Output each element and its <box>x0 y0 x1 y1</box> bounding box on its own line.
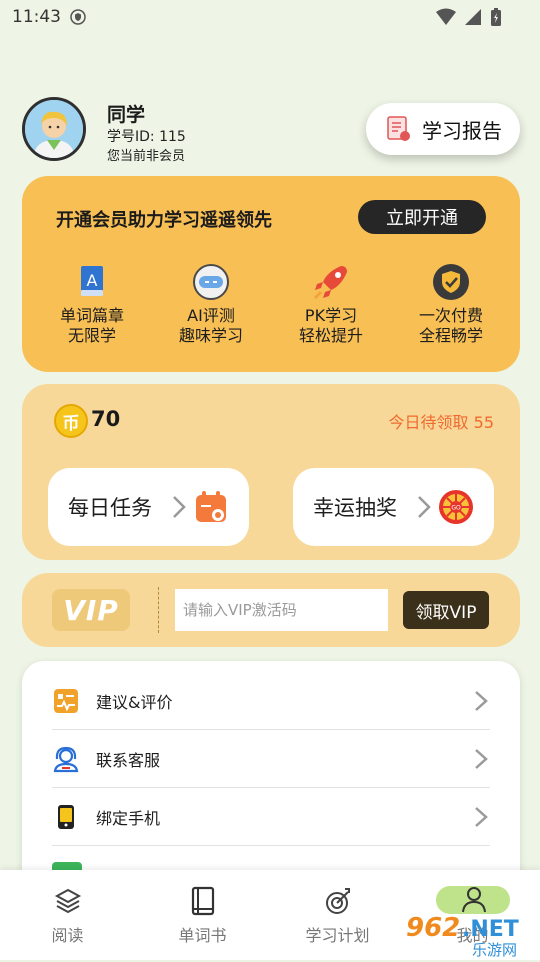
study-report-label: 学习报告 <box>422 118 502 143</box>
menu-label: 绑定手机 <box>96 808 161 828</box>
benefit-item: 一次付费 全程畅学 <box>391 262 511 346</box>
member-status-text: 您当前非会员 <box>107 149 186 164</box>
user-name: 同学 <box>107 104 146 126</box>
nav-label: 单词书 <box>178 926 227 945</box>
vip-code-input[interactable] <box>175 589 388 631</box>
status-bar: 11:43 <box>0 0 540 34</box>
benefit-line2: 趣味学习 <box>178 326 243 345</box>
nav-label: 学习计划 <box>305 926 370 945</box>
chevron-right-icon <box>475 748 488 769</box>
robot-icon <box>193 264 229 300</box>
wifi-icon <box>436 8 456 25</box>
chevron-right-icon <box>173 496 186 518</box>
avatar[interactable] <box>22 97 86 161</box>
nav-tab-reading[interactable]: 阅读 <box>0 870 135 960</box>
benefit-line2: 全程畅学 <box>418 326 483 345</box>
membership-card: 开通会员助力学习遥遥领先 立即开通 A 单词篇章 无限学 AI评测 趣味学习 P… <box>22 176 520 372</box>
benefit-line1: PK学习 <box>304 306 358 325</box>
nav-label: 阅读 <box>51 926 84 945</box>
shield-check-icon <box>433 264 469 300</box>
signal-icon <box>465 9 481 25</box>
menu-item-customer-service[interactable]: 联系客服 <box>52 730 490 788</box>
report-icon <box>387 116 410 141</box>
membership-title: 开通会员助力学习遥遥领先 <box>56 210 272 231</box>
coin-card: 币 70 今日待领取 55 每日任务 幸运抽奖 GO <box>22 384 520 560</box>
claim-vip-button[interactable]: 领取VIP <box>403 591 489 629</box>
vip-logo: VIP <box>52 589 130 631</box>
benefit-line2: 轻松提升 <box>298 326 363 345</box>
customer-service-icon <box>53 746 79 772</box>
coin-count: 70 <box>91 407 121 431</box>
chevron-right-icon <box>475 806 488 827</box>
svg-text:乐游网: 乐游网 <box>472 941 517 958</box>
calendar-icon <box>196 491 226 522</box>
phone-icon <box>58 804 74 829</box>
daily-task-button[interactable]: 每日任务 <box>48 468 249 546</box>
menu-label: 建议&评价 <box>96 692 173 712</box>
avatar-image <box>25 100 83 158</box>
menu-label: 联系客服 <box>96 750 161 770</box>
svg-text:962: 962 <box>406 913 460 943</box>
status-icons <box>436 7 502 27</box>
target-icon <box>325 888 350 914</box>
user-id: 学号ID: 115 <box>107 129 186 145</box>
menu-item-feedback[interactable]: 建议&评价 <box>52 672 490 730</box>
study-report-button[interactable]: 学习报告 <box>366 103 520 155</box>
pending-coins-link[interactable]: 今日待领取 55 <box>389 409 494 433</box>
vip-activation-card: VIP 领取VIP <box>22 573 520 647</box>
battery-icon <box>491 8 501 26</box>
svg-text:.NET: .NET <box>462 917 519 942</box>
watermark-logo: 962 .NET 乐游网 <box>402 908 536 959</box>
benefit-line1: 单词篇章 <box>59 306 124 325</box>
book-icon: A <box>81 266 103 296</box>
nav-tab-study-plan[interactable]: 学习计划 <box>270 870 405 960</box>
benefit-line1: 一次付费 <box>418 306 483 325</box>
benefit-item: A 单词篇章 无限学 <box>32 262 152 346</box>
notebook-icon <box>191 886 214 916</box>
benefit-item: PK学习 轻松提升 <box>271 262 391 346</box>
shield-status-icon <box>70 9 86 25</box>
chevron-right-icon <box>475 690 488 711</box>
svg-text:A: A <box>87 271 98 290</box>
chevron-right-icon <box>418 496 431 518</box>
svg-text:GO: GO <box>451 505 461 512</box>
watermark-graphic: 962 .NET 乐游网 <box>406 913 519 959</box>
menu-item-bind-phone[interactable]: 绑定手机 <box>52 788 490 846</box>
daily-task-label: 每日任务 <box>68 496 152 520</box>
feedback-icon <box>54 688 78 713</box>
benefit-line1: AI评测 <box>187 306 235 325</box>
rocket-icon <box>313 266 347 300</box>
coin-icon: 币 <box>54 404 88 438</box>
layers-icon <box>54 888 81 914</box>
divider <box>158 587 159 633</box>
benefit-line2: 无限学 <box>67 326 116 345</box>
status-time: 11:43 <box>12 7 61 27</box>
benefit-item: AI评测 趣味学习 <box>151 262 271 346</box>
lucky-draw-label: 幸运抽奖 <box>313 496 397 520</box>
open-membership-button[interactable]: 立即开通 <box>358 200 486 234</box>
nav-tab-wordbook[interactable]: 单词书 <box>135 870 270 960</box>
lucky-draw-button[interactable]: 幸运抽奖 GO <box>293 468 494 546</box>
prize-wheel-icon: GO <box>439 490 473 524</box>
